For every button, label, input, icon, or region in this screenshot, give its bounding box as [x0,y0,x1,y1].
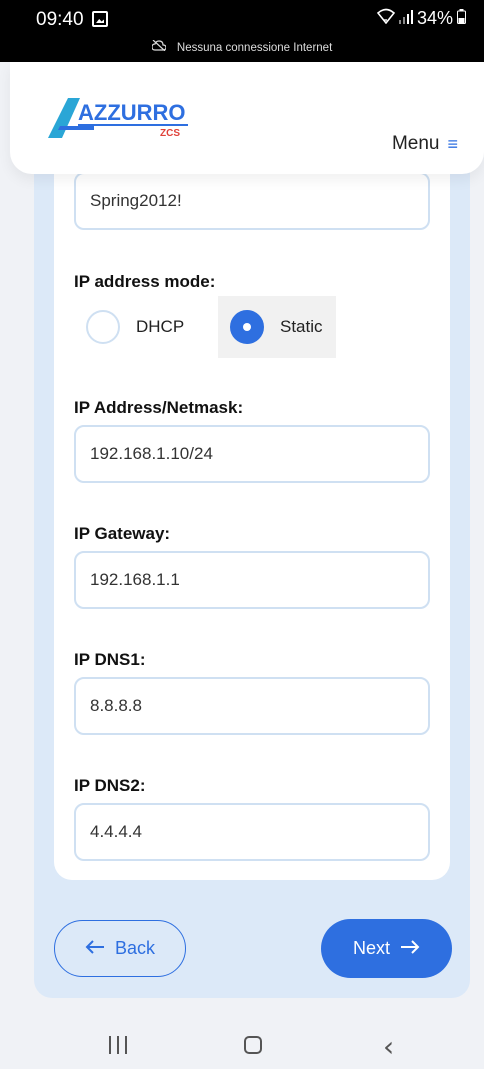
menu-button[interactable]: Menu ≡ [392,133,458,155]
system-back-icon[interactable]: ‹ [383,1030,394,1063]
password-value: Spring2012! [90,191,182,210]
status-indicators: 34% [376,8,466,29]
gateway-label: IP Gateway: [74,524,171,543]
network-notice: Nessuna connessione Internet [0,39,484,54]
battery-percent: 34% [416,8,453,28]
battery-icon [457,8,466,29]
status-bar: 09:40 34% Nessuna connessione Internet [0,0,484,62]
wifi-icon [376,8,396,29]
network-notice-text: Nessuna connessione Internet [176,42,333,54]
gallery-notification-icon [92,11,108,27]
next-button[interactable]: Next [321,919,452,978]
dns1-field[interactable]: 8.8.8.8 [74,677,430,735]
radio-dhcp[interactable]: DHCP [80,296,184,358]
next-label: Next [352,938,390,958]
logo-sub: ZCS [160,128,180,138]
ip-address-label: IP Address/Netmask: [74,398,244,417]
ip-address-value: 192.168.1.10/24 [90,444,213,463]
gateway-value: 192.168.1.1 [90,570,180,589]
radio-dhcp-circle[interactable] [86,310,120,344]
hamburger-icon: ≡ [447,133,458,154]
radio-static-circle[interactable] [230,310,264,344]
ip-mode-label: IP address mode: [74,272,216,291]
dns2-label: IP DNS2: [74,776,146,795]
back-button[interactable]: Back [54,920,186,977]
dns2-field[interactable]: 4.4.4.4 [74,803,430,861]
radio-static[interactable]: Static [218,296,336,358]
status-time: 09:40 [36,9,84,30]
arrow-left-icon [85,938,105,959]
recents-icon[interactable] [109,1036,127,1054]
dns1-value: 8.8.8.8 [90,696,142,715]
dns2-value: 4.4.4.4 [90,822,142,841]
radio-dhcp-label: DHCP [136,317,185,336]
logo-text: AZZURRO [78,100,186,125]
ip-address-field[interactable]: 192.168.1.10/24 [74,425,430,483]
back-label: Back [114,938,156,958]
signal-icon [398,8,413,29]
azzurro-logo[interactable]: AZZURRO ZCS [48,98,198,138]
password-field[interactable]: Spring2012! [74,172,430,230]
radio-static-label: Static [280,317,323,336]
app-header: AZZURRO ZCS Menu ≡ [10,62,484,174]
arrow-right-icon [400,938,420,959]
home-icon[interactable] [244,1036,262,1054]
dns1-label: IP DNS1: [74,650,146,669]
no-internet-icon [151,39,167,54]
gateway-field[interactable]: 192.168.1.1 [74,551,430,609]
system-nav-bar: ‹ [0,1010,484,1069]
menu-label: Menu [391,133,440,154]
form-card [54,140,450,880]
